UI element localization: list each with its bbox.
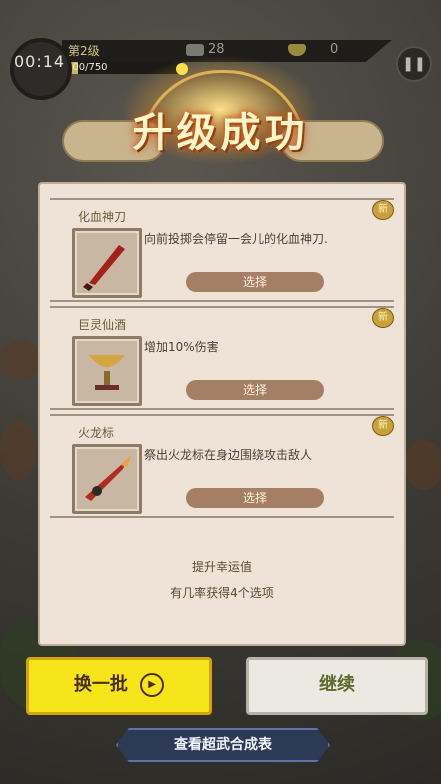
xp-text: 100/750 xyxy=(66,62,108,73)
skill-card[interactable]: 火龙标 新 祭出火龙标在身边围绕攻击敌人 选择 xyxy=(50,414,394,518)
ingot-count: 0 xyxy=(330,42,339,57)
level-label: 第2级 xyxy=(68,44,100,58)
skill-description: 增加10%伤害 xyxy=(144,340,219,354)
sun-dot-decoration xyxy=(176,63,188,75)
timer: 00:14 xyxy=(14,52,66,71)
skill-name: 化血神刀 xyxy=(78,210,127,224)
coin-icon xyxy=(186,44,204,56)
luck-hint-title: 提升幸运值 xyxy=(191,560,252,574)
continue-button[interactable]: 继续 xyxy=(246,657,428,715)
skill-card[interactable]: 化血神刀 新 向前投掷会停留一会儿的化血神刀. 选择 xyxy=(50,198,394,302)
rock-decoration xyxy=(0,340,40,380)
new-badge: 新 xyxy=(372,200,394,220)
select-button[interactable]: 选择 xyxy=(186,380,324,400)
video-ad-icon: ▶ xyxy=(140,673,165,697)
pause-icon: ❚❚ xyxy=(402,56,426,72)
rock-decoration xyxy=(0,420,36,480)
refresh-button[interactable]: 换一批 ▶ xyxy=(26,657,212,715)
blood-blade-icon xyxy=(72,228,142,298)
synthesis-table-button[interactable]: 查看超武合成表 xyxy=(116,728,330,762)
luck-hint-desc: 有几率获得4个选项 xyxy=(170,586,274,600)
level-up-title: 升级成功 xyxy=(132,109,309,156)
refresh-label: 换一批 xyxy=(73,674,128,695)
skill-name: 巨灵仙酒 xyxy=(78,318,127,332)
fire-dragon-dart-icon xyxy=(72,444,142,514)
skill-card[interactable]: 巨灵仙酒 新 增加10%伤害 选择 xyxy=(50,306,394,410)
skill-name: 火龙标 xyxy=(78,426,115,440)
select-button[interactable]: 选择 xyxy=(186,488,324,508)
select-button[interactable]: 选择 xyxy=(186,272,324,292)
level-up-modal: 化血神刀 新 向前投掷会停留一会儿的化血神刀. 选择 巨灵仙酒 新 增加10%伤… xyxy=(38,182,406,646)
synthesis-table-label: 查看超武合成表 xyxy=(174,737,272,753)
pause-button[interactable]: ❚❚ xyxy=(396,46,432,82)
rock-decoration xyxy=(404,440,441,490)
skill-description: 向前投掷会停留一会儿的化血神刀. xyxy=(144,232,328,246)
skill-description: 祭出火龙标在身边围绕攻击敌人 xyxy=(144,448,313,462)
new-badge: 新 xyxy=(372,416,394,436)
wine-goblet-icon xyxy=(72,336,142,406)
new-badge: 新 xyxy=(372,308,394,328)
continue-label: 继续 xyxy=(319,674,355,695)
